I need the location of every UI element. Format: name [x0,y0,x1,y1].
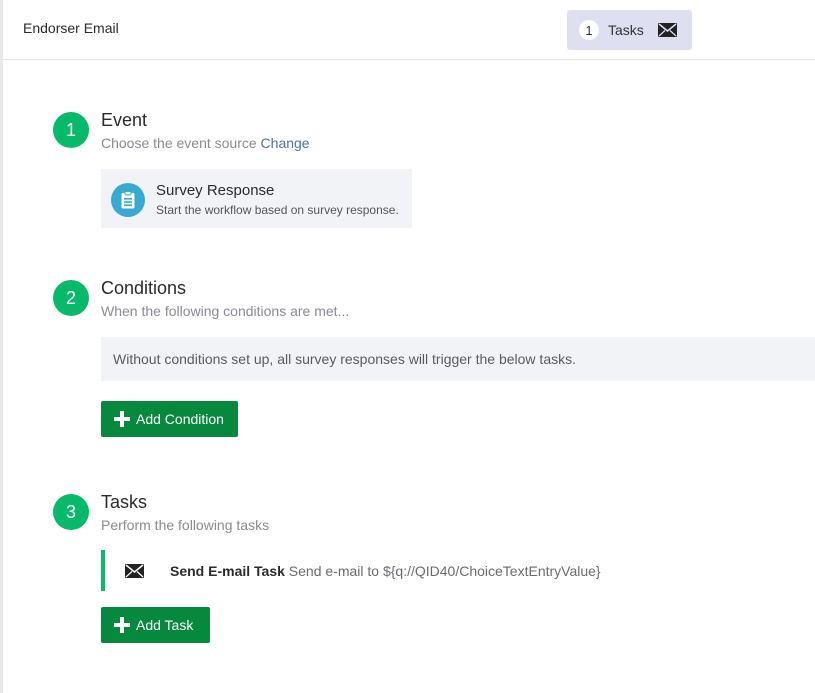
event-subtitle-text: Choose the event source [101,135,257,151]
tasks-subtitle: Perform the following tasks [101,517,270,533]
tasks-title: Tasks [101,492,148,512]
change-link[interactable]: Change [261,135,310,151]
conditions-info-box: Without conditions set up, all survey re… [101,337,815,381]
add-condition-label: Add Condition [136,411,224,427]
task-description: Send e-mail to ${q://QID40/ChoiceTextEnt… [288,563,601,579]
left-border [0,0,3,693]
conditions-subtitle: When the following conditions are met... [101,303,350,319]
survey-response-card[interactable]: Survey Response Start the workflow based… [101,169,412,228]
envelope-icon [125,564,144,578]
task-name: Send E-mail Task [170,563,285,579]
conditions-title: Conditions [101,278,187,298]
tasks-summary-button[interactable]: 1 Tasks [567,10,692,50]
step-number-badge: 2 [53,280,89,316]
step-number-badge: 3 [53,494,89,530]
task-item[interactable]: Send E-mail Task Send e-mail to ${q://QI… [101,550,705,591]
add-condition-button[interactable]: Add Condition [101,401,238,437]
step-number-badge: 1 [53,112,89,148]
workflow-title: Endorser Email [23,20,119,36]
envelope-icon [657,23,677,37]
add-task-label: Add Task [136,617,194,633]
add-task-button[interactable]: Add Task [101,607,210,643]
clipboard-icon [111,183,145,217]
task-text: Send E-mail Task Send e-mail to ${q://QI… [170,563,601,579]
plus-icon [114,617,130,633]
source-title: Survey Response [156,182,275,199]
tasks-count-badge: 1 [579,20,599,40]
tasks-label: Tasks [608,22,644,38]
source-description: Start the workflow based on survey respo… [156,203,399,217]
event-title: Event [101,110,148,130]
plus-icon [114,411,130,427]
header: Endorser Email 1 Tasks [3,0,815,60]
event-subtitle: Choose the event source Change [101,135,310,151]
